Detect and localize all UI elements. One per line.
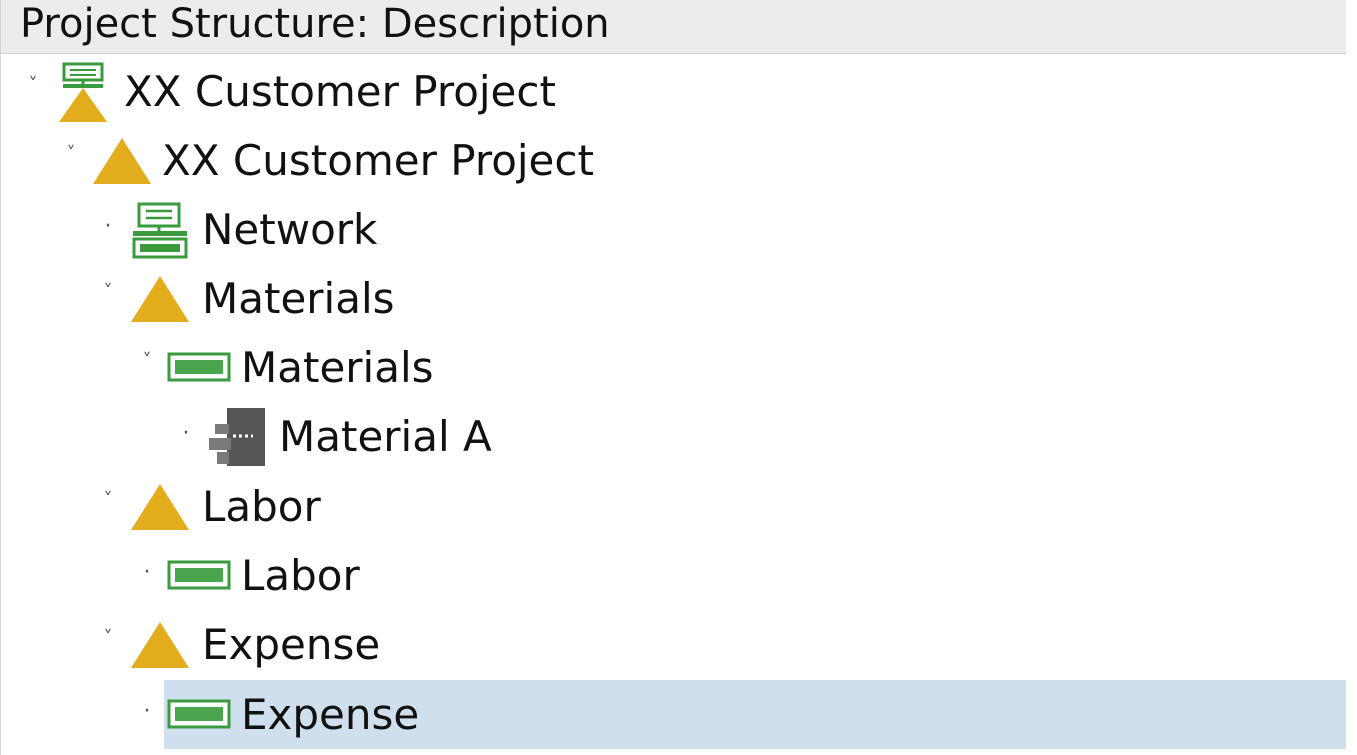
expand-toggle[interactable]: ˅ xyxy=(23,75,43,95)
tree-row-wbs-materials[interactable]: ˅ Materials xyxy=(1,264,1346,333)
wbs-triangle-icon xyxy=(131,484,189,530)
wbs-triangle-icon xyxy=(131,276,189,322)
tree-row-label: XX Customer Project xyxy=(124,67,556,116)
tree-row-wbs-labor[interactable]: ˅ Labor xyxy=(1,472,1346,541)
expand-toggle[interactable]: ˅ xyxy=(98,282,118,302)
project-network-triangle-icon xyxy=(59,62,107,122)
expand-toggle[interactable]: ˅ xyxy=(98,490,118,510)
tree-row-label: XX Customer Project xyxy=(162,136,594,185)
leaf-marker: · xyxy=(104,214,112,239)
wbs-triangle-icon xyxy=(93,138,151,184)
tree-row-label: Materials xyxy=(202,274,395,323)
activity-bar-icon xyxy=(167,560,231,590)
expand-toggle[interactable]: ˅ xyxy=(61,144,81,164)
tree-row-label: Materials xyxy=(241,343,434,392)
tree-row-activity-materials[interactable]: ˅ Materials xyxy=(1,333,1346,402)
tree-row-label: Expense xyxy=(202,620,381,669)
tree-row-label: Material A xyxy=(279,412,492,461)
tree-row-label: Expense xyxy=(241,690,420,739)
tree-row-activity-labor[interactable]: · Labor xyxy=(1,541,1346,610)
leaf-marker: · xyxy=(182,421,190,446)
tree-row-label: Labor xyxy=(202,482,321,531)
wbs-triangle-icon xyxy=(131,622,189,668)
project-tree: ˅ XX Customer Project ˅ XX Customer Proj… xyxy=(1,0,1346,755)
material-component-icon xyxy=(209,408,265,466)
tree-row-material-a[interactable]: · Material A xyxy=(1,402,1346,471)
activity-bar-icon xyxy=(167,699,231,729)
tree-row-wbs-project[interactable]: ˅ XX Customer Project xyxy=(1,126,1346,195)
tree-row-wbs-expense[interactable]: ˅ Expense xyxy=(1,610,1346,679)
expand-toggle[interactable]: ˅ xyxy=(137,351,157,371)
leaf-marker: · xyxy=(143,560,151,585)
tree-row-activity-expense[interactable]: · Expense xyxy=(1,680,1346,749)
leaf-marker: · xyxy=(143,699,151,724)
expand-toggle[interactable]: ˅ xyxy=(98,628,118,648)
tree-row-label: Labor xyxy=(241,551,360,600)
project-structure-panel: Project Structure: Description ˅ XX Cust… xyxy=(0,0,1357,755)
activity-bar-icon xyxy=(167,352,231,382)
tree-row-label: Network xyxy=(202,205,378,254)
tree-row-root-project[interactable]: ˅ XX Customer Project xyxy=(1,57,1346,126)
tree-row-network[interactable]: · Network xyxy=(1,195,1346,264)
network-icon xyxy=(132,202,188,259)
